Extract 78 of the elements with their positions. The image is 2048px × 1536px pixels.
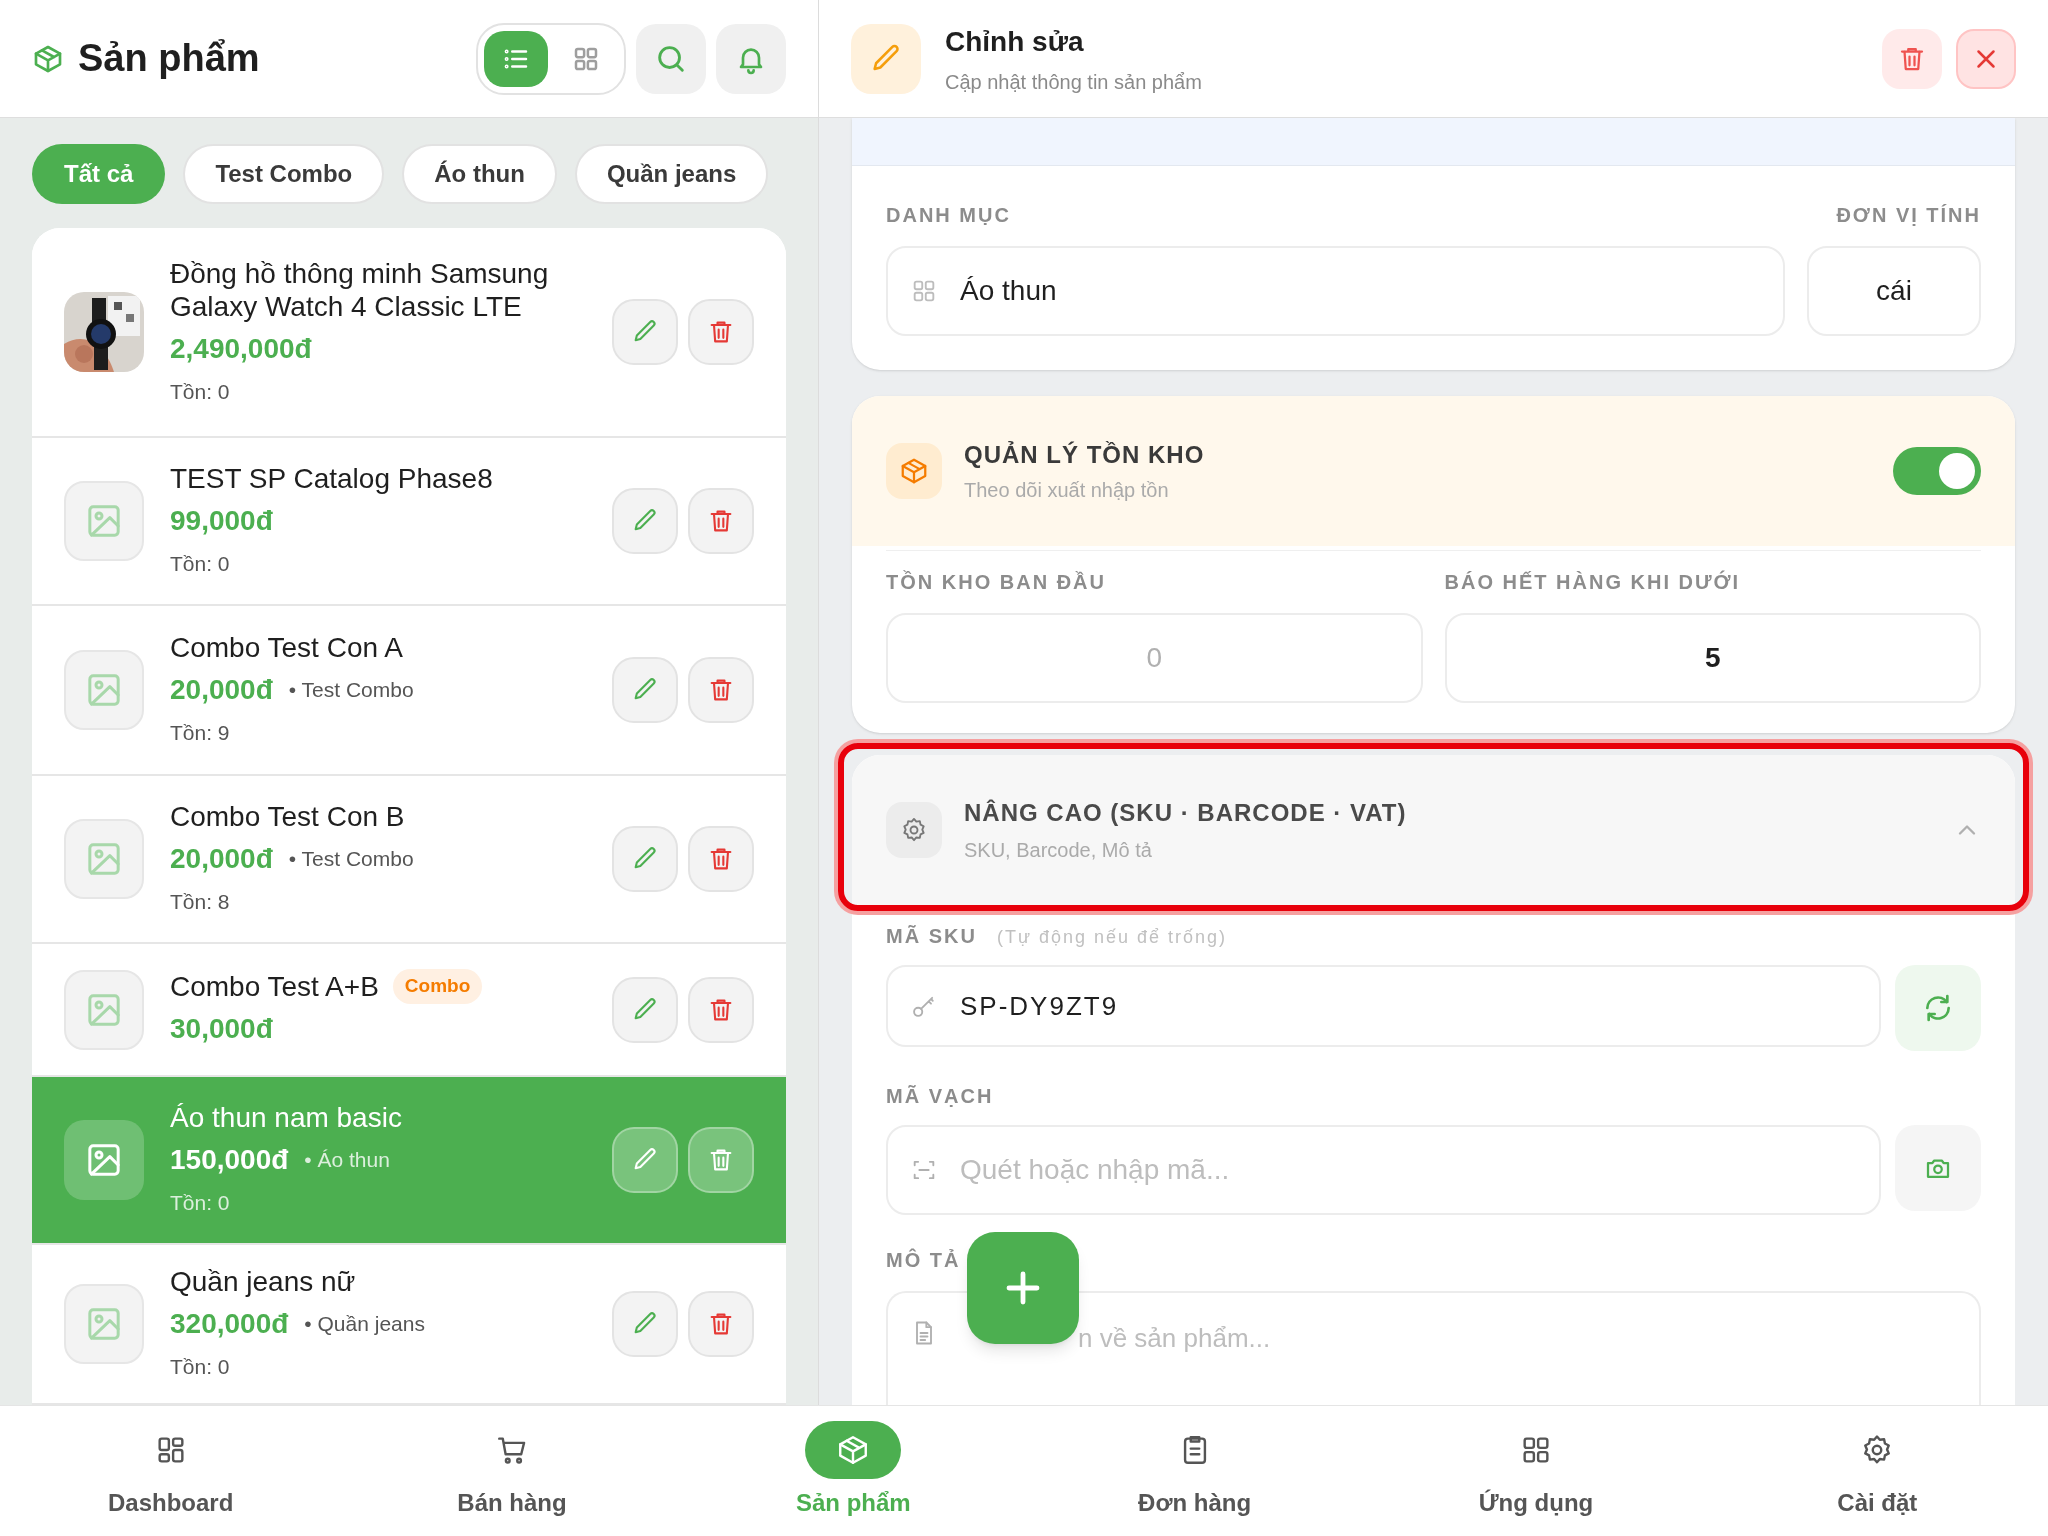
stock-count: Tồn: 0 [170,1354,231,1381]
edit-button[interactable] [612,488,678,554]
notification-button[interactable] [716,23,786,94]
initial-stock-field[interactable]: 0 [886,613,1423,703]
product-category: • Test Combo [288,846,414,873]
product-price: 320,000đ [170,1307,289,1342]
section-title: NÂNG CAO (SKU · BARCODE · VAT) [964,798,1407,828]
nav-tab[interactable]: Ứng dụng [1365,1406,1707,1536]
stock-count: Tồn: 0 [170,378,231,405]
product-name: Combo Test Con A [170,631,403,666]
edit-button[interactable] [612,1291,678,1357]
delete-button[interactable] [688,488,754,554]
product-price: 20,000đ [170,673,273,708]
sku-field[interactable]: SP-DY9ZT9 [886,965,1881,1047]
product-name: Quần jeans nữ [170,1265,356,1300]
product-price: 2,490,000đ [170,331,312,366]
product-category: • Áo thun [304,1147,390,1174]
product-name: Combo Test A+B [170,969,379,1004]
product-row[interactable]: Đồng hồ thông minh Samsung Galaxy Watch 4 Classic LTE 2,490,000đ Tồn: 0 [32,228,786,438]
field-label: DANH MỤC [886,203,1012,228]
section-subtitle: SKU, Barcode, Mô tả [964,838,1153,863]
delete-button[interactable] [1882,28,1942,89]
filter-chip[interactable]: Test Combo [183,144,385,204]
product-name: Áo thun nam basic [170,1101,402,1136]
delete-button[interactable] [688,1291,754,1357]
stock-count: Tồn: 9 [170,720,231,747]
delete-button[interactable] [688,826,754,892]
threshold-field[interactable]: 5 [1444,613,1981,703]
nav-tab[interactable]: Dashboard [0,1406,342,1536]
editor-title: Chỉnh sửa [945,24,1085,59]
product-category: • Quần jeans [304,1311,425,1338]
product-price: 150,000đ [170,1143,289,1178]
field-label: ĐƠN VỊ TÍNH [1835,203,1981,228]
section-title: QUẢN LÝ TỒN KHO [964,440,1205,470]
field-label: TỒN KHO BAN ĐẦU [886,569,1107,595]
field-label: BÁO HẾT HÀNG KHI DƯỚI [1444,569,1742,595]
product-name: Đồng hồ thông minh Samsung Galaxy Watch 4 Classic LTE [170,256,550,324]
close-button[interactable] [1956,28,2016,89]
field-hint: (Tự động nếu để trống) [996,926,1228,949]
category-field[interactable]: Áo thun [886,246,1785,336]
filter-chip[interactable]: Quần jeans [574,144,769,204]
delete-button[interactable] [688,976,754,1043]
section-subtitle: Theo dõi xuất nhập tồn [964,478,1170,503]
field-label: MÃ SKU [886,924,977,949]
nav-tab[interactable]: Bán hàng [341,1406,683,1536]
advanced-section-header[interactable]: NÂNG CAO (SKU · BARCODE · VAT) SKU, Barcode, Mô tả [852,755,2015,905]
edit-button[interactable] [612,299,678,365]
edit-button[interactable] [612,657,678,723]
page-title: Sản phẩm [78,36,260,81]
product-name: Combo Test Con B [170,800,405,835]
edit-button[interactable] [612,976,678,1043]
list-view-button[interactable] [484,30,548,87]
camera-button[interactable] [1895,1125,1981,1211]
product-name: TEST SP Catalog Phase8 [170,462,493,497]
nav-tab[interactable]: Đơn hàng [1024,1406,1366,1536]
settings-icon [900,816,928,844]
delete-button[interactable] [688,657,754,723]
stock-count: Tồn: 8 [170,889,231,916]
stock-count: Tồn: 0 [170,1190,231,1217]
editor-subtitle: Cập nhật thông tin sản phẩm [945,69,1202,95]
box-icon [899,456,929,486]
search-button[interactable] [636,23,706,94]
product-category: • Test Combo [288,677,414,704]
combo-tag: Combo [392,969,483,1004]
toggle-switch[interactable] [1893,447,1981,495]
add-button[interactable] [967,1232,1079,1344]
filter-chip[interactable]: Áo thun [402,144,557,204]
field-label: MÃ VẠCH [886,1084,995,1109]
stock-count: Tồn: 0 [170,551,231,578]
edit-button[interactable] [612,826,678,892]
product-price: 99,000đ [170,504,273,539]
product-price: 30,000đ [170,1011,273,1046]
regenerate-button[interactable] [1895,965,1981,1051]
nav-tab[interactable]: Cài đặt [1706,1406,2048,1536]
field-label: MÔ TẢ [886,1247,962,1273]
product-price: 20,000đ [170,842,273,877]
delete-button[interactable] [688,299,754,365]
unit-field[interactable]: cái [1807,246,1981,336]
